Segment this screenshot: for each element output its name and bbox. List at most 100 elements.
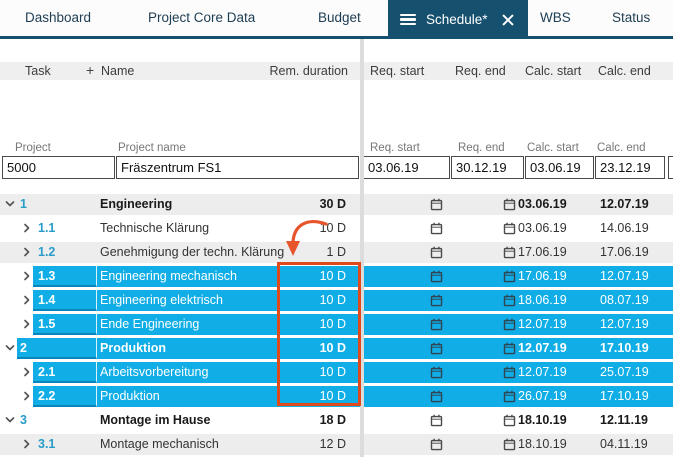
calc-end-cell[interactable]: 12.11.19: [600, 410, 648, 431]
task-number-cell[interactable]: 1: [20, 194, 27, 215]
task-name-cell[interactable]: Engineering mechanisch: [100, 266, 237, 287]
rem-duration-cell[interactable]: 10 D: [270, 362, 346, 383]
chevron-down-icon[interactable]: [4, 342, 16, 354]
calendar-icon[interactable]: [430, 414, 443, 432]
calc-start-cell[interactable]: 18.10.19: [518, 410, 567, 431]
calendar-icon[interactable]: [430, 342, 443, 360]
calendar-icon[interactable]: [503, 222, 516, 240]
calendar-icon[interactable]: [430, 294, 443, 312]
task-number-cell[interactable]: 1.2: [38, 242, 55, 263]
calendar-icon[interactable]: [430, 390, 443, 408]
task-row-2-2[interactable]: 2.2 Produktion 10 D 26.07.19 17.10.19: [0, 385, 673, 409]
rem-duration-cell[interactable]: 18 D: [270, 410, 346, 431]
filter-input-req-start[interactable]: [363, 156, 450, 179]
task-row-2[interactable]: 2 Produktion 10 D 12.07.19 17.10.19: [0, 337, 673, 361]
task-name-cell[interactable]: Produktion: [100, 338, 166, 359]
tab-project-core-data[interactable]: Project Core Data: [148, 0, 255, 36]
task-name-cell[interactable]: Engineering: [100, 194, 172, 215]
task-name-cell[interactable]: Ende Engineering: [100, 314, 199, 335]
calendar-icon[interactable]: [503, 270, 516, 288]
calendar-icon[interactable]: [430, 270, 443, 288]
rem-duration-cell[interactable]: 30 D: [270, 194, 346, 215]
task-row-1-2[interactable]: 1.2 Genehmigung der techn. Klärung 1 D 1…: [0, 241, 673, 265]
calc-start-cell[interactable]: 26.07.19: [518, 386, 567, 407]
task-row-1-4[interactable]: 1.4 Engineering elektrisch 10 D 18.06.19…: [0, 289, 673, 313]
calendar-icon[interactable]: [430, 246, 443, 264]
task-row-1-1[interactable]: 1.1 Technische Klärung 10 D 03.06.19 14.…: [0, 217, 673, 241]
calc-start-cell[interactable]: 03.06.19: [518, 218, 567, 239]
calendar-icon[interactable]: [503, 198, 516, 216]
task-number-cell[interactable]: 2.2: [38, 386, 55, 407]
close-icon[interactable]: [502, 14, 514, 26]
rem-duration-cell[interactable]: 10 D: [270, 386, 346, 407]
task-row-1[interactable]: 1 Engineering 30 D 03.06.19 12.07.19: [0, 193, 673, 217]
rem-duration-cell[interactable]: 10 D: [270, 266, 346, 287]
task-number-cell[interactable]: 3.1: [38, 434, 55, 455]
calc-end-cell[interactable]: 12.07.19: [600, 194, 649, 215]
calendar-icon[interactable]: [503, 366, 516, 384]
chevron-down-icon[interactable]: [4, 198, 16, 210]
filter-input-project[interactable]: [2, 156, 115, 179]
calc-start-cell[interactable]: 03.06.19: [518, 194, 567, 215]
tab-schedule[interactable]: Schedule*: [388, 0, 528, 39]
calendar-icon[interactable]: [503, 318, 516, 336]
calc-end-cell[interactable]: 14.06.19: [600, 218, 649, 239]
calendar-icon[interactable]: [503, 294, 516, 312]
tab-dashboard[interactable]: Dashboard: [25, 0, 91, 36]
calc-end-cell[interactable]: 04.11.19: [600, 434, 648, 455]
rem-duration-cell[interactable]: 12 D: [270, 434, 346, 455]
chevron-right-icon[interactable]: [21, 366, 33, 378]
chevron-right-icon[interactable]: [21, 294, 33, 306]
task-name-cell[interactable]: Montage mechanisch: [100, 434, 219, 455]
task-number-cell[interactable]: 1.3: [38, 266, 55, 287]
calendar-icon[interactable]: [503, 390, 516, 408]
rem-duration-cell[interactable]: 10 D: [270, 290, 346, 311]
task-row-1-3[interactable]: 1.3 Engineering mechanisch 10 D 17.06.19…: [0, 265, 673, 289]
calc-end-cell[interactable]: 25.07.19: [600, 362, 649, 383]
task-row-2-1[interactable]: 2.1 Arbeitsvorbereitung 10 D 12.07.19 25…: [0, 361, 673, 385]
calendar-icon[interactable]: [503, 246, 516, 264]
calc-end-cell[interactable]: 17.10.19: [600, 386, 649, 407]
task-name-cell[interactable]: Produktion: [100, 386, 160, 407]
tab-status[interactable]: Status: [612, 0, 650, 36]
calc-start-cell[interactable]: 12.07.19: [518, 338, 567, 359]
chevron-right-icon[interactable]: [21, 270, 33, 282]
hamburger-icon[interactable]: [400, 14, 416, 25]
filter-input-calc-end[interactable]: [595, 156, 665, 179]
task-number-cell[interactable]: 2: [20, 338, 27, 359]
calendar-icon[interactable]: [430, 318, 443, 336]
task-row-3-1[interactable]: 3.1 Montage mechanisch 12 D 18.10.19 04.…: [0, 433, 673, 457]
rem-duration-cell[interactable]: 1 D: [270, 242, 346, 263]
calendar-icon[interactable]: [503, 438, 516, 456]
calc-start-cell[interactable]: 17.06.19: [518, 266, 567, 287]
rem-duration-cell[interactable]: 10 D: [270, 338, 346, 359]
task-name-cell[interactable]: Arbeitsvorbereitung: [100, 362, 208, 383]
rem-duration-cell[interactable]: 10 D: [270, 218, 346, 239]
task-number-cell[interactable]: 1.4: [38, 290, 55, 311]
calc-start-cell[interactable]: 18.06.19: [518, 290, 567, 311]
calc-end-cell[interactable]: 08.07.19: [600, 290, 649, 311]
calc-start-cell[interactable]: 18.10.19: [518, 434, 567, 455]
task-row-1-5[interactable]: 1.5 Ende Engineering 10 D 12.07.19 12.07…: [0, 313, 673, 337]
rem-duration-cell[interactable]: 10 D: [270, 314, 346, 335]
task-number-cell[interactable]: 3: [20, 410, 27, 431]
chevron-right-icon[interactable]: [21, 246, 33, 258]
calc-end-cell[interactable]: 12.07.19: [600, 266, 649, 287]
task-name-cell[interactable]: Engineering elektrisch: [100, 290, 223, 311]
task-row-3[interactable]: 3 Montage im Hause 18 D 18.10.19 12.11.1…: [0, 409, 673, 433]
filter-input-req-end[interactable]: [451, 156, 524, 179]
task-name-cell[interactable]: Montage im Hause: [100, 410, 210, 431]
task-number-cell[interactable]: 1.5: [38, 314, 55, 335]
chevron-down-icon[interactable]: [4, 414, 16, 426]
calendar-icon[interactable]: [430, 438, 443, 456]
pane-divider[interactable]: [360, 39, 364, 457]
calendar-icon[interactable]: [430, 198, 443, 216]
task-number-cell[interactable]: 1.1: [38, 218, 55, 239]
filter-input-calc-start[interactable]: [525, 156, 594, 179]
task-name-cell[interactable]: Genehmigung der techn. Klärung: [100, 242, 284, 263]
chevron-right-icon[interactable]: [21, 438, 33, 450]
calc-start-cell[interactable]: 12.07.19: [518, 362, 567, 383]
tab-budget[interactable]: Budget: [318, 0, 361, 36]
chevron-right-icon[interactable]: [21, 390, 33, 402]
calendar-icon[interactable]: [503, 414, 516, 432]
